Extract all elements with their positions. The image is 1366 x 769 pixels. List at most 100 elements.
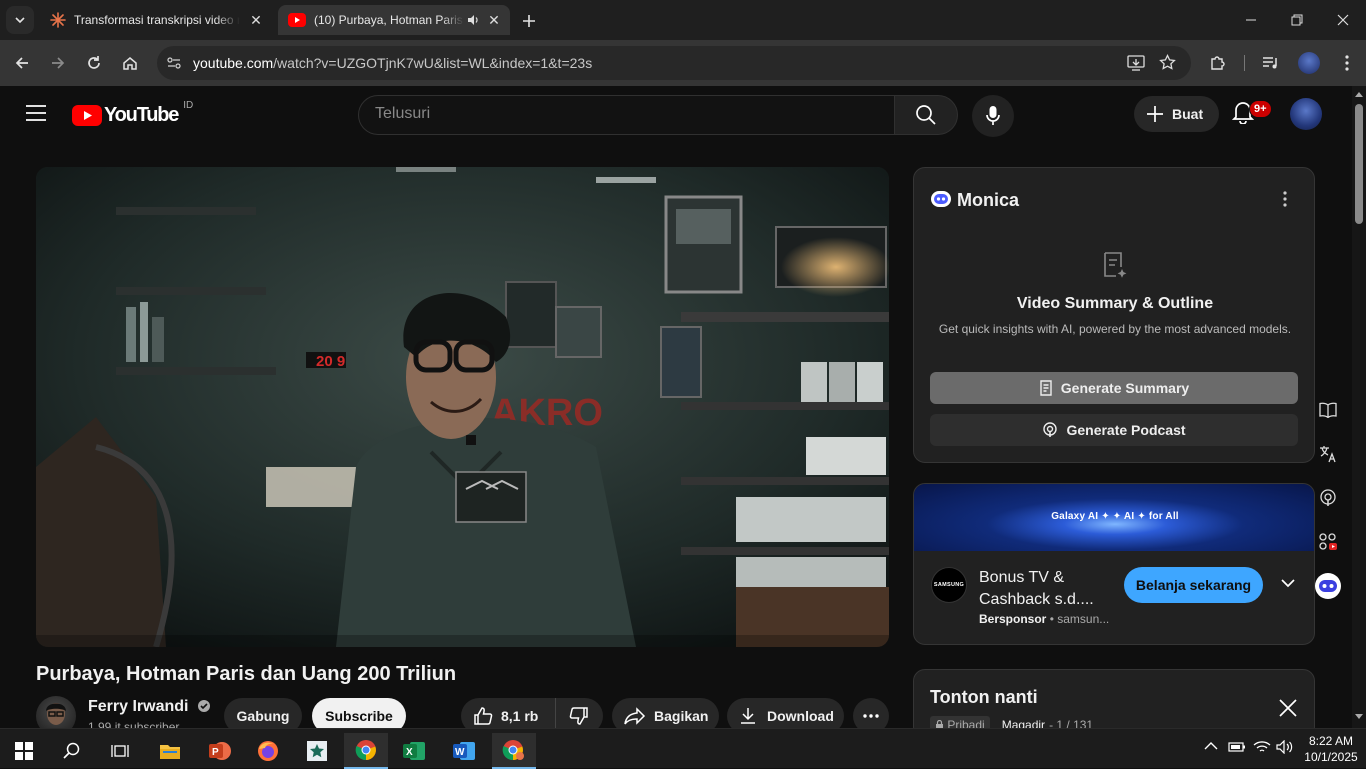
restore-icon [1291, 14, 1303, 26]
playlist-title[interactable]: Tonton nanti [930, 687, 1038, 708]
firefox-button[interactable] [246, 733, 290, 769]
create-button[interactable]: Buat [1134, 96, 1219, 132]
rail-translate-button[interactable] [1312, 438, 1344, 470]
excel-button[interactable]: X [392, 733, 436, 769]
scrollbar-thumb[interactable] [1355, 104, 1363, 224]
subscribe-label: Subscribe [325, 708, 393, 724]
start-button[interactable] [2, 733, 46, 769]
chrome-profile-button[interactable] [492, 733, 536, 769]
restore-button[interactable] [1274, 0, 1320, 40]
ad-sponsor-line: Bersponsor • samsun... [979, 612, 1110, 626]
forward-button[interactable] [43, 48, 73, 78]
install-app-icon[interactable] [1127, 55, 1145, 71]
tab-transkripsi[interactable]: Transformasi transkripsi video n ✕ [40, 5, 272, 35]
back-button[interactable] [7, 48, 37, 78]
file-explorer-button[interactable] [148, 733, 192, 769]
guide-menu-button[interactable] [24, 103, 48, 123]
rail-reader-button[interactable] [1312, 394, 1344, 426]
site-settings-icon[interactable] [166, 55, 182, 71]
samsung-logo[interactable]: SAMSUNG [931, 567, 967, 603]
microphone-icon [986, 106, 1000, 125]
taskbar-search-button[interactable] [50, 733, 94, 769]
new-tab-button[interactable] [518, 10, 540, 32]
search-button[interactable] [894, 95, 958, 135]
powerpoint-button[interactable]: P [198, 733, 242, 769]
kebab-menu-icon [1345, 55, 1349, 71]
reload-icon [88, 56, 100, 69]
download-icon [741, 708, 755, 724]
apps-grid-icon [1319, 533, 1337, 550]
extensions-button[interactable] [1203, 48, 1233, 78]
sponsored-ad[interactable]: Galaxy AI ✦ ✦ AI ✦ for All SAMSUNG Bonus… [913, 483, 1315, 645]
browser-menu-button[interactable] [1332, 48, 1362, 78]
url-path: /watch?v=UZGOTjnK7wU&list=WL&index=1&t=2… [273, 55, 593, 71]
word-icon: W [453, 742, 475, 760]
create-label: Buat [1172, 106, 1204, 122]
url-text[interactable]: youtube.com/watch?v=UZGOTjnK7wU&list=WL&… [193, 55, 592, 71]
reload-button[interactable] [79, 48, 109, 78]
plus-icon [523, 15, 535, 27]
ad-title[interactable]: Bonus TV & Cashback s.d.... [979, 567, 1119, 611]
tab-search-button[interactable] [6, 6, 34, 34]
search-icon [916, 105, 936, 125]
generate-summary-button[interactable]: Generate Summary [930, 372, 1298, 404]
profile-avatar[interactable] [1298, 52, 1320, 74]
svg-text:W: W [455, 747, 465, 758]
show-hidden-icons-button[interactable] [1204, 741, 1218, 751]
monica-subtitle: Get quick insights with AI, powered by t… [938, 322, 1292, 336]
system-clock[interactable]: 8:22 AM 10/1/2025 [1302, 733, 1360, 765]
battery-indicator[interactable] [1228, 741, 1246, 753]
search-icon [63, 742, 80, 759]
video-player[interactable]: 20 9 AKRO [36, 167, 889, 647]
close-icon[interactable] [1278, 698, 1298, 718]
address-bar[interactable]: youtube.com/watch?v=UZGOTjnK7wU&list=WL&… [157, 46, 1191, 80]
voice-search-button[interactable] [972, 95, 1014, 137]
bookmark-star-icon[interactable] [1159, 54, 1176, 71]
home-icon [123, 57, 137, 70]
kebab-menu-icon[interactable] [1283, 191, 1287, 207]
page-scrollbar[interactable] [1352, 86, 1366, 728]
generate-podcast-button[interactable]: Generate Podcast [930, 414, 1298, 446]
close-tab-icon[interactable]: ✕ [486, 12, 502, 28]
minimize-button[interactable] [1228, 0, 1274, 40]
star-app-icon [307, 741, 327, 761]
translate-icon [1320, 446, 1336, 463]
speaker-icon[interactable] [466, 13, 480, 27]
volume-indicator[interactable] [1276, 740, 1294, 754]
channel-name[interactable]: Ferry Irwandi [88, 698, 211, 716]
windows-taskbar: P X W 8:22 AM 10/1/2025 [0, 728, 1366, 769]
close-window-button[interactable] [1320, 0, 1366, 40]
chevron-down-icon[interactable] [1281, 578, 1295, 588]
shop-now-button[interactable]: Belanja sekarang [1124, 567, 1263, 603]
task-view-icon [111, 745, 129, 757]
media-control-button[interactable] [1256, 48, 1286, 78]
thumbs-up-icon [474, 707, 493, 725]
chrome-button[interactable] [344, 733, 388, 769]
task-view-button[interactable] [98, 733, 142, 769]
youtube-logo[interactable]: YouTube ID [72, 100, 193, 127]
speaker-icon [1276, 740, 1293, 754]
close-tab-icon[interactable]: ✕ [248, 12, 264, 28]
country-code: ID [183, 100, 194, 111]
chrome-icon [502, 740, 524, 761]
rail-apps-button[interactable] [1312, 526, 1344, 558]
search-input[interactable] [375, 105, 855, 123]
app-star-button[interactable] [295, 733, 339, 769]
monica-title: Monica [957, 190, 1020, 210]
excel-icon: X [403, 742, 425, 760]
ad-banner-text: Galaxy AI ✦ ✦ AI ✦ for All [1051, 511, 1179, 522]
tab-youtube[interactable]: (10) Purbaya, Hotman Paris ✕ [278, 5, 510, 35]
account-avatar[interactable] [1290, 98, 1322, 130]
svg-text:X: X [406, 747, 413, 758]
scroll-down-icon[interactable] [1355, 714, 1363, 720]
word-button[interactable]: W [442, 733, 486, 769]
home-button[interactable] [115, 48, 145, 78]
wifi-indicator[interactable] [1253, 740, 1271, 754]
svg-text:20 9: 20 9 [316, 353, 345, 370]
monica-panel: Monica Video Summary & Outline Get quick… [913, 167, 1315, 463]
rail-podcast-button[interactable] [1312, 482, 1344, 514]
rail-monica-button[interactable] [1312, 570, 1344, 602]
scroll-up-icon[interactable] [1355, 91, 1363, 97]
wifi-icon [1253, 741, 1271, 752]
ad-banner[interactable]: Galaxy AI ✦ ✦ AI ✦ for All [914, 484, 1314, 551]
